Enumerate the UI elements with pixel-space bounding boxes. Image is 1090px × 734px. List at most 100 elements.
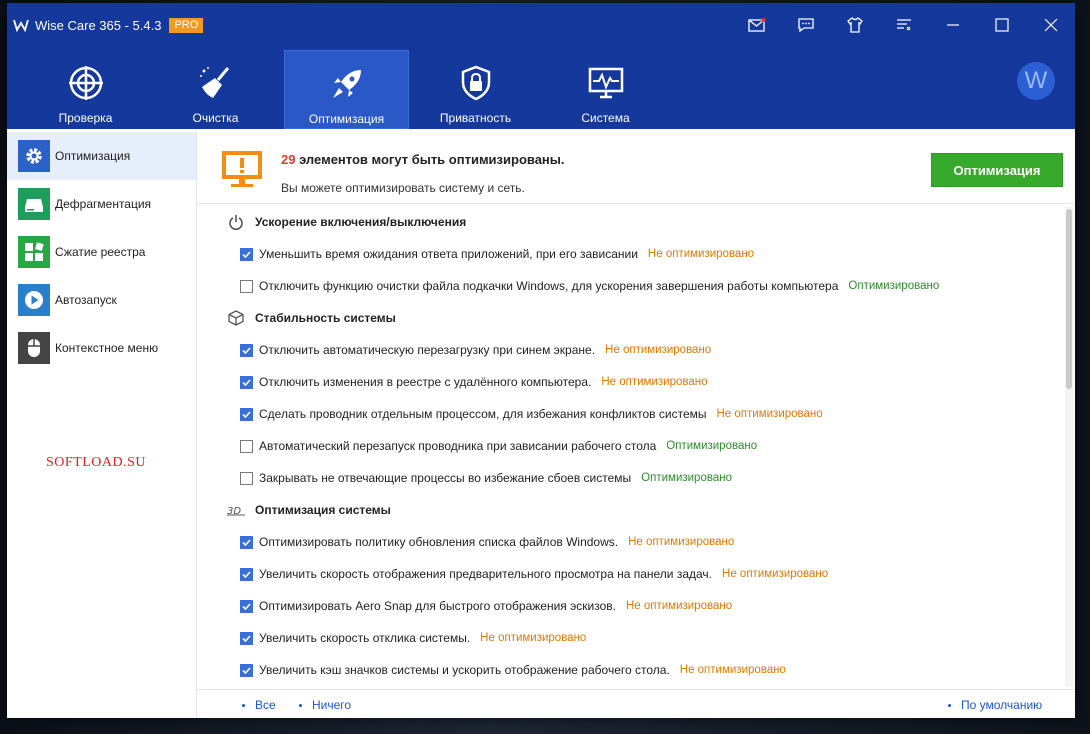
list-item[interactable]: Оптимизировать Aero Snap для быстрого от… — [240, 596, 732, 616]
minimize-icon[interactable] — [928, 3, 977, 47]
bullet-icon — [242, 703, 245, 707]
status-label: Не оптимизировано — [679, 664, 786, 676]
user-avatar[interactable]: W — [1017, 62, 1055, 100]
list-item[interactable]: Оптимизировать политику обновления списк… — [240, 532, 734, 552]
optimization-list: Ускорение включения/выключения Уменьшить… — [197, 205, 1061, 689]
tab-system[interactable]: Система — [543, 50, 668, 129]
cube-icon — [227, 309, 245, 327]
menu-icon[interactable] — [879, 3, 928, 47]
tab-optimize[interactable]: Оптимизация — [284, 50, 409, 129]
sidebar-item-optimize[interactable]: Оптимизация — [7, 132, 196, 180]
item-label: Сделать проводник отдельным процессом, д… — [259, 407, 707, 421]
summary-title: 29 элементов могут быть оптимизированы. — [281, 152, 565, 167]
select-all-link[interactable]: Все — [242, 698, 276, 712]
summary-title-text: элементов могут быть оптимизированы. — [295, 152, 565, 167]
list-item[interactable]: Отключить изменения в реестре с удалённо… — [240, 372, 708, 392]
summary-header: 29 элементов могут быть оптимизированы. … — [197, 129, 1075, 204]
disk-icon — [18, 188, 50, 220]
checkbox[interactable] — [240, 631, 253, 645]
main-nav: Проверка Очистка Оптимизация Приватность… — [7, 47, 1075, 129]
checkbox[interactable] — [240, 407, 253, 421]
status-label: Не оптимизировано — [716, 408, 823, 420]
item-label: Отключить функцию очистки файла подкачки… — [259, 279, 839, 293]
list-item[interactable]: Уменьшить время ожидания ответа приложен… — [240, 244, 754, 264]
mouse-icon — [18, 332, 50, 364]
checkbox[interactable] — [240, 439, 253, 453]
scan-icon — [66, 63, 106, 103]
tab-privacy[interactable]: Приватность — [413, 50, 538, 129]
checkbox[interactable] — [240, 663, 253, 677]
pro-badge: PRO — [169, 17, 204, 33]
selection-footer: Все Ничего По умолчанию — [197, 689, 1075, 718]
tab-label: Проверка — [58, 111, 113, 125]
scrollbar[interactable] — [1065, 207, 1073, 687]
rocket-icon — [327, 64, 367, 104]
checkbox[interactable] — [240, 343, 253, 357]
tab-label: Очистка — [192, 111, 239, 125]
tab-clean[interactable]: Очистка — [153, 50, 278, 129]
title-actions — [732, 3, 1075, 47]
list-item[interactable]: Закрывать не отвечающие процессы во избе… — [240, 468, 732, 488]
item-label: Отключить автоматическую перезагрузку пр… — [259, 343, 596, 357]
tab-scan[interactable]: Проверка — [23, 50, 148, 129]
close-icon[interactable] — [1026, 3, 1075, 47]
checkbox[interactable] — [240, 247, 253, 261]
title-bar[interactable]: Wise Care 365 - 5.4.3 PRO — [7, 3, 1075, 47]
list-item[interactable]: Сделать проводник отдельным процессом, д… — [240, 404, 823, 424]
checkbox[interactable] — [240, 279, 253, 293]
scrollbar-thumb[interactable] — [1066, 209, 1072, 389]
feedback-icon[interactable] — [781, 3, 830, 47]
sidebar-item-label: Оптимизация — [55, 149, 131, 163]
list-item[interactable]: Увеличить кэш значков системы и ускорить… — [240, 660, 786, 680]
sidebar-item-registry[interactable]: Сжатие реестра — [7, 228, 196, 276]
status-label: Оптимизировано — [666, 440, 758, 452]
power-icon — [227, 213, 245, 231]
checkbox[interactable] — [240, 567, 253, 581]
maximize-icon[interactable] — [977, 3, 1026, 47]
checkbox[interactable] — [240, 375, 253, 389]
status-label: Не оптимизировано — [625, 600, 733, 612]
bullet-icon — [299, 703, 302, 707]
select-default-label: По умолчанию — [961, 698, 1043, 712]
item-label: Оптимизировать Aero Snap для быстрого от… — [259, 599, 616, 613]
skin-icon[interactable] — [830, 3, 879, 47]
sidebar-item-label: Сжатие реестра — [55, 245, 146, 259]
checkbox[interactable] — [240, 471, 253, 485]
item-label: Оптимизировать политику обновления списк… — [259, 535, 619, 549]
bullet-icon — [948, 703, 951, 707]
select-all-label: Все — [255, 698, 276, 712]
select-none-link[interactable]: Ничего — [299, 698, 351, 712]
status-label: Не оптимизировано — [605, 344, 712, 356]
app-title: Wise Care 365 - 5.4.3 — [35, 17, 162, 33]
list-item[interactable]: Автоматический перезапуск проводника при… — [240, 436, 757, 456]
mail-icon[interactable] — [732, 3, 781, 47]
section-title: Стабильность системы — [255, 311, 396, 325]
section-header: Ускорение включения/выключения — [227, 212, 466, 232]
list-item[interactable]: Отключить функцию очистки файла подкачки… — [240, 276, 939, 296]
list-item[interactable]: Увеличить скорость отображения предварит… — [240, 564, 828, 584]
tab-label: Оптимизация — [308, 112, 385, 126]
sidebar: Оптимизация Дефрагментация Сжатие реестр… — [7, 129, 197, 718]
status-label: Не оптимизировано — [628, 536, 735, 548]
list-item[interactable]: Отключить автоматическую перезагрузку пр… — [240, 340, 711, 360]
status-label: Не оптимизировано — [722, 568, 829, 580]
checkbox[interactable] — [240, 535, 253, 549]
list-item[interactable]: Увеличить скорость отклика системы. Не о… — [240, 628, 586, 648]
status-label: Не оптимизировано — [601, 376, 708, 388]
checkbox[interactable] — [240, 599, 253, 613]
sidebar-item-label: Контекстное меню — [55, 341, 159, 355]
select-none-label: Ничего — [312, 698, 352, 712]
broom-icon — [196, 63, 236, 103]
select-default-link[interactable]: По умолчанию — [948, 698, 1042, 712]
sidebar-item-context-menu[interactable]: Контекстное меню — [7, 324, 196, 372]
item-label: Автоматический перезапуск проводника при… — [259, 439, 657, 453]
monitor-pulse-icon — [586, 63, 626, 103]
sidebar-item-autostart[interactable]: Автозапуск — [7, 276, 196, 324]
status-label: Оптимизировано — [848, 280, 940, 292]
warning-monitor-icon — [221, 150, 263, 188]
gear-icon — [18, 140, 50, 172]
optimize-button[interactable]: Оптимизация — [931, 153, 1063, 187]
sidebar-item-label: Дефрагментация — [55, 197, 152, 211]
item-label: Увеличить кэш значков системы и ускорить… — [259, 663, 670, 677]
sidebar-item-defrag[interactable]: Дефрагментация — [7, 180, 196, 228]
